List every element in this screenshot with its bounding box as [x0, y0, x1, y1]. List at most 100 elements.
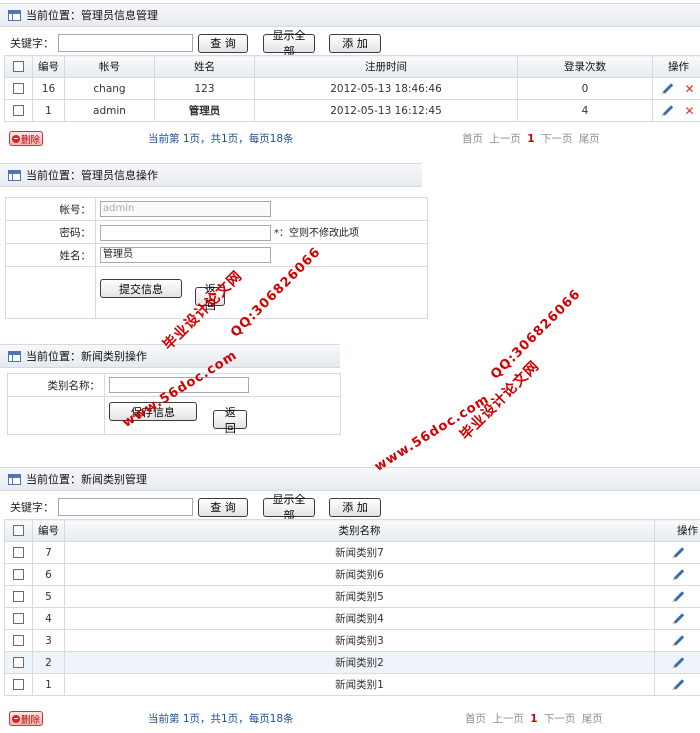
row-logins: 0	[517, 77, 653, 100]
admin-search-input[interactable]	[58, 34, 193, 52]
pager-prev[interactable]: 上一页	[492, 713, 524, 725]
edit-pencil-icon[interactable]	[663, 83, 674, 94]
edit-pencil-icon[interactable]	[663, 105, 674, 116]
pager-last[interactable]: 尾页	[579, 133, 600, 145]
category-show-all-button[interactable]: 显示全部	[263, 493, 315, 522]
row-checkbox[interactable]	[13, 679, 24, 690]
category-delete-button[interactable]: 删除	[9, 711, 43, 726]
category-back-button[interactable]: 返回	[213, 406, 248, 435]
row-id: 4	[32, 607, 65, 630]
row-category-name: 新闻类别4	[64, 607, 655, 630]
category-edit-form: 类别名称： 保存信息 返回	[7, 373, 341, 435]
minus-circle-icon	[11, 134, 20, 143]
row-actions	[654, 607, 700, 630]
row-name: 123	[154, 77, 255, 100]
select-all-cell[interactable]	[4, 55, 33, 78]
category-list-title: 当前位置：新闻类别管理	[26, 473, 147, 486]
select-all-checkbox[interactable]	[13, 525, 24, 536]
header-account: 帐号	[64, 55, 155, 78]
pager-last[interactable]: 尾页	[582, 713, 603, 725]
row-actions	[654, 651, 700, 674]
pager-next[interactable]: 下一页	[541, 133, 573, 145]
row-checkbox[interactable]	[13, 635, 24, 646]
row-category-name: 新闻类别3	[64, 629, 655, 652]
category-add-button[interactable]: 添 加	[329, 497, 381, 517]
admin-search-button[interactable]: 查 询	[198, 33, 248, 53]
name-field[interactable]: 管理员	[100, 247, 271, 263]
admin-list-titlebar: 当前位置：管理员信息管理	[0, 3, 700, 27]
row-id: 7	[32, 541, 65, 564]
edit-pencil-icon[interactable]	[673, 613, 685, 624]
admin-show-all-button[interactable]: 显示全部	[263, 29, 315, 58]
category-pager-info: 当前第 1页，共1页，每页18条	[148, 713, 294, 725]
table-row: 3 新闻类别3	[4, 629, 700, 652]
submit-button[interactable]: 提交信息	[100, 279, 182, 298]
category-list-titlebar: 当前位置：新闻类别管理	[0, 467, 700, 491]
account-field: admin	[100, 201, 271, 217]
row-actions	[654, 585, 700, 608]
row-checkbox[interactable]	[13, 547, 24, 558]
row-logins: 4	[517, 99, 653, 122]
keyword-label: 关键字：	[10, 501, 54, 514]
edit-pencil-icon[interactable]	[673, 679, 685, 690]
admin-table-header: 编号 帐号 姓名 注册时间 登录次数 操作	[4, 55, 700, 78]
name-label: 姓名：	[5, 243, 96, 267]
category-search-row: 关键字： 查 询 显示全部 添 加	[10, 493, 381, 522]
table-row: 7 新闻类别7	[4, 541, 700, 564]
table-row: 16 chang 123 2012-05-13 18:46:46 0 ✕	[4, 77, 700, 100]
pager-current: 1	[527, 133, 535, 145]
table-row: 6 新闻类别6	[4, 563, 700, 586]
edit-pencil-icon[interactable]	[673, 569, 685, 580]
window-icon	[8, 473, 21, 485]
admin-pager-nav: 首页 上一页 1 下一页 尾页	[462, 131, 600, 146]
account-label: 帐号：	[5, 197, 96, 221]
row-checkbox[interactable]	[13, 105, 24, 116]
row-reg-time: 2012-05-13 18:46:46	[254, 77, 518, 100]
delete-x-icon[interactable]: ✕	[684, 82, 694, 96]
admin-edit-titlebar: 当前位置：管理员信息操作	[0, 163, 422, 187]
select-all-cell[interactable]	[4, 519, 33, 542]
row-checkbox[interactable]	[13, 657, 24, 668]
row-checkbox[interactable]	[13, 83, 24, 94]
edit-pencil-icon[interactable]	[673, 635, 685, 646]
row-actions: ✕	[652, 99, 700, 122]
admin-list-title: 当前位置：管理员信息管理	[26, 9, 158, 22]
admin-delete-button[interactable]: 删除	[9, 131, 43, 146]
pager-first[interactable]: 首页	[462, 133, 483, 145]
pager-prev[interactable]: 上一页	[489, 133, 521, 145]
window-icon	[8, 9, 21, 21]
row-checkbox[interactable]	[13, 613, 24, 624]
select-all-checkbox[interactable]	[13, 61, 24, 72]
category-table-header: 编号 类别名称 操作	[4, 519, 700, 542]
row-category-name: 新闻类别2	[64, 651, 655, 674]
header-category-name: 类别名称	[64, 519, 655, 542]
row-category-name: 新闻类别6	[64, 563, 655, 586]
row-reg-time: 2012-05-13 16:12:45	[254, 99, 518, 122]
admin-add-button[interactable]: 添 加	[329, 33, 381, 53]
row-id: 5	[32, 585, 65, 608]
category-pager-nav: 首页 上一页 1 下一页 尾页	[465, 711, 603, 726]
category-search-input[interactable]	[58, 498, 193, 516]
row-category-name: 新闻类别7	[64, 541, 655, 564]
pager-current: 1	[530, 713, 538, 725]
edit-pencil-icon[interactable]	[673, 547, 685, 558]
row-checkbox[interactable]	[13, 591, 24, 602]
pager-next[interactable]: 下一页	[544, 713, 576, 725]
row-name: 管理员	[154, 99, 255, 122]
delete-x-icon[interactable]: ✕	[684, 104, 694, 118]
row-actions	[654, 673, 700, 696]
password-field[interactable]	[100, 224, 271, 241]
row-category-name: 新闻类别5	[64, 585, 655, 608]
row-actions	[654, 541, 700, 564]
pager-first[interactable]: 首页	[465, 713, 486, 725]
edit-pencil-icon[interactable]	[673, 591, 685, 602]
row-checkbox[interactable]	[13, 569, 24, 580]
delete-label: 删除	[20, 134, 40, 146]
category-search-button[interactable]: 查 询	[198, 497, 248, 517]
edit-pencil-icon[interactable]	[673, 657, 685, 668]
header-id: 编号	[32, 55, 65, 78]
window-icon	[8, 169, 21, 181]
table-row: 4 新闻类别4	[4, 607, 700, 630]
admin-search-row: 关键字： 查 询 显示全部 添 加	[10, 29, 381, 58]
minus-circle-icon	[11, 714, 20, 723]
